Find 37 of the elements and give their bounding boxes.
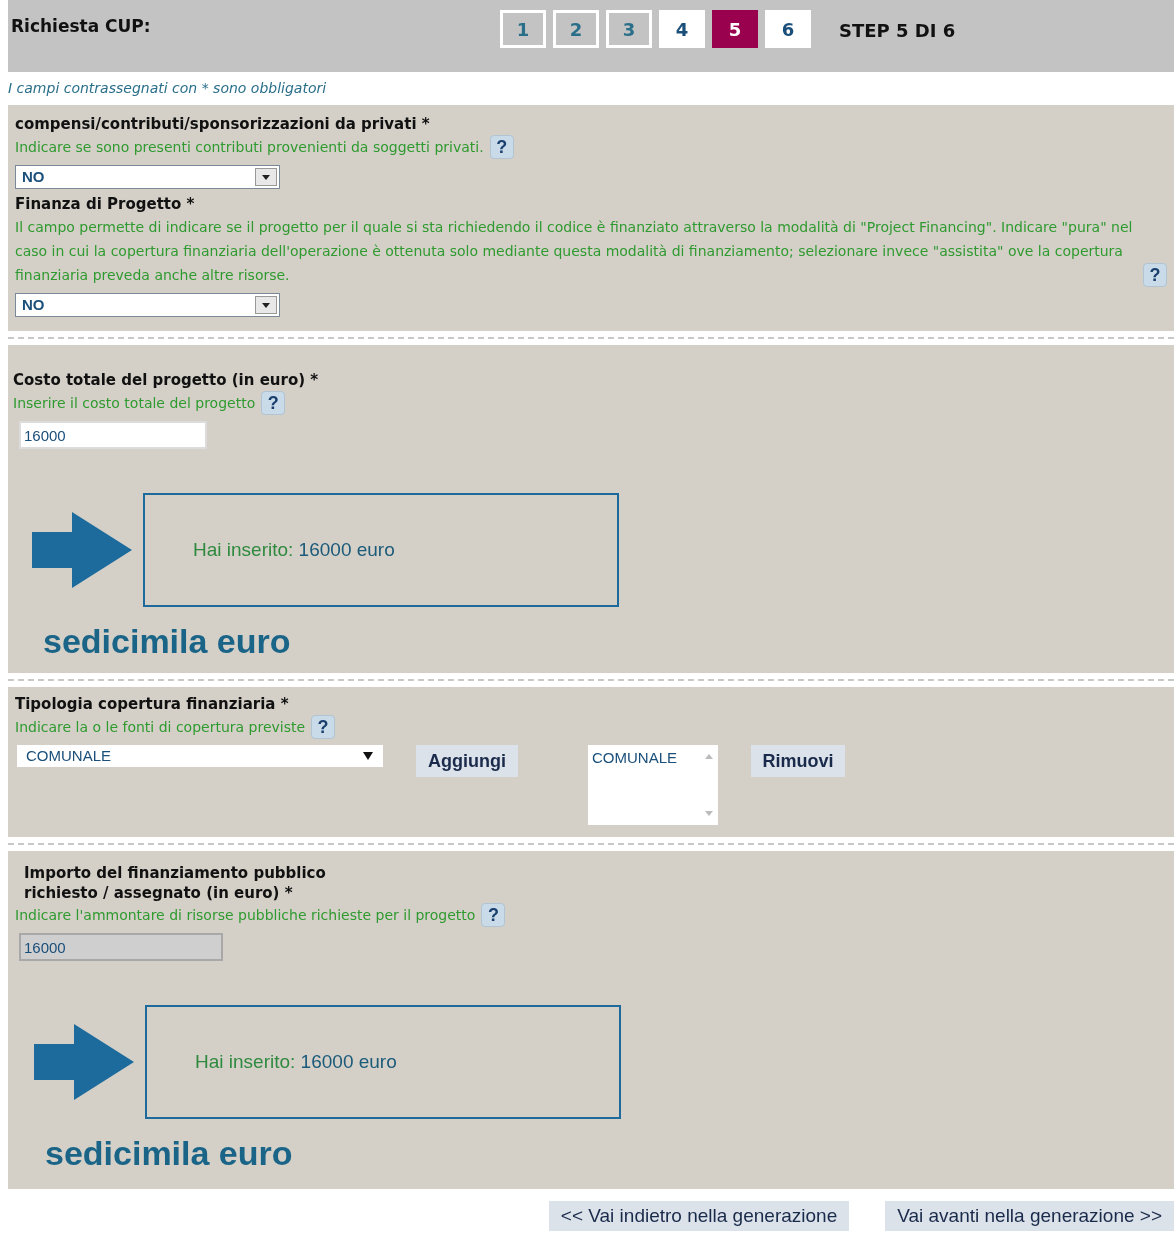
step-tab[interactable]: 6 bbox=[765, 10, 811, 48]
step-tab[interactable]: 4 bbox=[659, 10, 705, 48]
field-label: Importo del finanziamento pubblico richiesto / assegnato (in euro) * bbox=[24, 863, 327, 903]
step-tab[interactable]: 5 bbox=[712, 10, 758, 48]
required-note: I campi contrassegnati con * sono obbligatori bbox=[7, 79, 328, 98]
echo-text: Hai inserito: 16000 euro bbox=[193, 537, 395, 562]
back-button[interactable]: << Vai indietro nella generazione bbox=[548, 1201, 850, 1231]
echo-text: Hai inserito: 16000 euro bbox=[195, 1049, 397, 1074]
help-text: Indicare l'ammontare di risorse pubbliche richieste per il progetto bbox=[15, 906, 476, 925]
remove-button[interactable]: Rimuovi bbox=[751, 745, 845, 777]
help-text: Indicare se sono presenti contributi provenienti da soggetti privati. bbox=[15, 138, 484, 157]
dropdown[interactable]: NO bbox=[15, 165, 280, 189]
list-item[interactable]: COMUNALE bbox=[592, 747, 700, 770]
dropdown-arrow-icon bbox=[363, 752, 373, 760]
help-button[interactable]: ? bbox=[311, 715, 336, 739]
amount-in-words: sedicimila euro bbox=[45, 1133, 294, 1173]
help-button[interactable]: ? bbox=[1143, 263, 1167, 287]
arrow-right-icon bbox=[32, 512, 132, 588]
page-title: Richiesta CUP: bbox=[11, 15, 152, 38]
source-dropdown[interactable]: COMUNALE bbox=[17, 745, 383, 767]
amount-field[interactable]: 16000 bbox=[19, 421, 207, 449]
step-counter: STEP 5 DI 6 bbox=[839, 19, 956, 43]
field-label: Costo totale del progetto (in euro) * bbox=[13, 370, 320, 391]
field-label: Finanza di Progetto * bbox=[15, 194, 196, 215]
amount-in-words: sedicimila euro bbox=[43, 621, 292, 661]
forward-button[interactable]: Vai avanti nella generazione >> bbox=[885, 1201, 1174, 1231]
arrow-right-icon bbox=[34, 1024, 134, 1100]
help-text: Indicare la o le fonti di copertura previste bbox=[15, 718, 306, 737]
selected-sources-list[interactable]: COMUNALE bbox=[588, 745, 718, 825]
add-button[interactable]: Aggiungi bbox=[416, 745, 518, 777]
help-button[interactable]: ? bbox=[489, 135, 514, 159]
field-label: Tipologia copertura finanziaria * bbox=[15, 694, 290, 715]
help-button[interactable]: ? bbox=[261, 391, 286, 415]
field-label: compensi/contributi/sponsorizzazioni da privati * bbox=[15, 114, 431, 135]
help-text: Il campo permette di indicare se il progetto per il quale si sta richiedendo il codice è finanziato attraverso la modalità di "Project Financing". Indicare "pura" nel caso in cui la copertura finanziaria dell'operazione è ottenuta solo mediante questa modalità di finanziamento; selezionare invece "assistita" ove la copertura finanziaria preveda anche altre risorse. bbox=[15, 218, 1134, 285]
dropdown[interactable]: NO bbox=[15, 293, 280, 317]
help-text: Inserire il costo totale del progetto bbox=[13, 394, 256, 413]
